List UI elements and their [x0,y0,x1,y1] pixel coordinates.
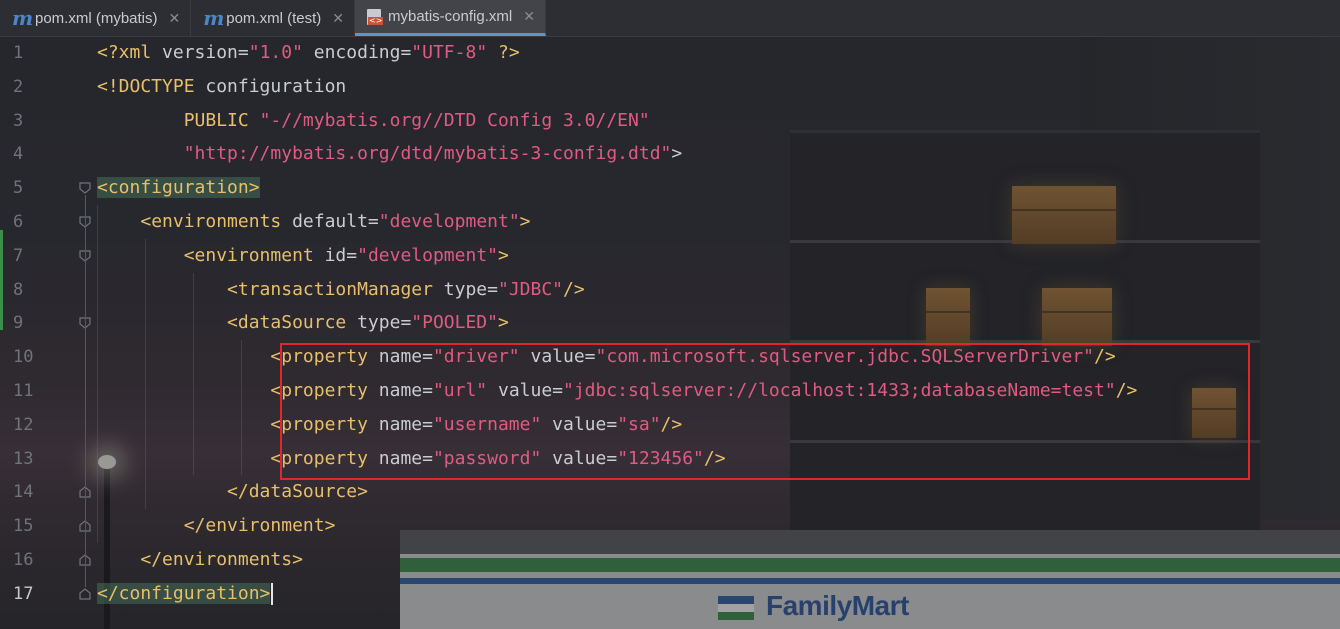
tab-label: pom.xml (test) [226,9,322,27]
code-line[interactable]: <!DOCTYPE configuration [97,70,346,104]
line-number: 12 [13,414,34,435]
code-token: "1.0" [248,42,303,63]
code-token: </configuration> [97,582,271,604]
line-number: 5 [13,178,24,199]
code-line[interactable]: <environment id="development"> [97,239,509,273]
line-number: 7 [13,245,24,266]
code-token: type= [357,312,412,334]
tab-mybatis-config[interactable]: mybatis-config.xml ✕ [355,0,546,36]
line-number: 10 [13,347,34,368]
code-token: default= [292,211,379,232]
code-token: "http://mybatis.org/dtd/mybatis-3-config… [183,143,672,165]
code-token: /> [563,278,585,300]
maven-icon: m [203,6,225,30]
code-token: PUBLIC [183,109,260,131]
code-token: id= [324,244,358,266]
close-icon[interactable]: ✕ [523,8,535,25]
code-line[interactable]: </environments> [97,543,303,577]
code-token: <environment [183,244,325,266]
code-token: <!DOCTYPE [97,75,206,97]
code-token: "-//mybatis.org//DTD Config 3.0//EN" [259,109,650,131]
code-line[interactable]: <?xml version="1.0" encoding="UTF-8" ?> [97,36,520,70]
code-token: > [671,143,683,165]
line-number: 1 [13,43,24,63]
code-token: > [519,211,531,232]
tab-pom-mybatis[interactable]: m pom.xml (mybatis) ✕ [0,0,192,36]
tab-pom-test[interactable]: m pom.xml (test) ✕ [191,0,355,36]
line-number: 4 [13,144,24,165]
code-token: "POOLED" [411,312,498,334]
line-number: 16 [13,550,34,570]
code-line[interactable]: <transactionManager type="JDBC"/> [97,273,585,307]
close-icon[interactable]: ✕ [169,10,181,27]
code-line[interactable]: </dataSource> [97,475,368,509]
code-token: <dataSource [227,312,358,334]
line-number: 2 [13,76,24,97]
code-token: <?xml [97,42,163,63]
code-line[interactable]: </environment> [97,509,336,543]
code-line[interactable]: "http://mybatis.org/dtd/mybatis-3-config… [97,137,683,171]
code-token: configuration [205,75,347,97]
code-token: </environment> [183,515,336,537]
line-number: 15 [13,516,34,537]
code-token: > [498,244,509,266]
code-token: <configuration> [97,177,260,199]
close-icon[interactable]: ✕ [332,10,344,27]
line-number: 6 [13,212,24,232]
line-number: 9 [13,313,24,334]
code-token: > [497,312,509,334]
code-token: </environments> [140,549,303,570]
code-line[interactable]: <dataSource type="POOLED"> [97,306,509,340]
line-number: 13 [13,448,34,469]
text-caret [271,582,274,605]
fold-end-icon[interactable] [79,588,91,600]
code-token: "development" [357,244,498,266]
line-number: 17 [13,583,34,604]
tab-label: mybatis-config.xml [388,8,513,25]
code-token: <transactionManager [227,278,444,300]
maven-icon: m [12,6,34,30]
line-number: 3 [13,110,24,131]
code-token: "development" [378,211,520,232]
code-token: type= [443,278,498,300]
tab-label: pom.xml (mybatis) [35,9,158,27]
code-token: ?> [487,42,520,63]
code-line[interactable]: <configuration> [97,171,260,205]
annotation-highlight-box [280,343,1250,480]
code-line[interactable]: PUBLIC "-//mybatis.org//DTD Config 3.0//… [97,104,650,138]
code-line[interactable]: </configuration> [97,577,274,611]
editor-tab-bar: m pom.xml (mybatis) ✕ m pom.xml (test) ✕… [0,0,1340,37]
line-number: 11 [13,381,34,401]
code-line[interactable]: <environments default="development"> [97,205,531,239]
code-token: "UTF-8" [411,42,488,63]
xml-file-icon [367,8,384,25]
code-token: "JDBC" [497,278,564,300]
line-number: 8 [13,279,24,300]
code-token: </dataSource> [227,481,368,503]
code-token: version= [162,42,249,63]
code-token: encoding= [302,42,412,63]
code-token: <environments [140,211,293,232]
fold-toggle-icon[interactable] [79,182,91,194]
code-editor[interactable]: 1 2 3 4 5 6 7 8 9 10 11 12 13 14 15 16 17 <?xml version=… [0,36,1340,629]
line-number: 14 [13,482,34,503]
